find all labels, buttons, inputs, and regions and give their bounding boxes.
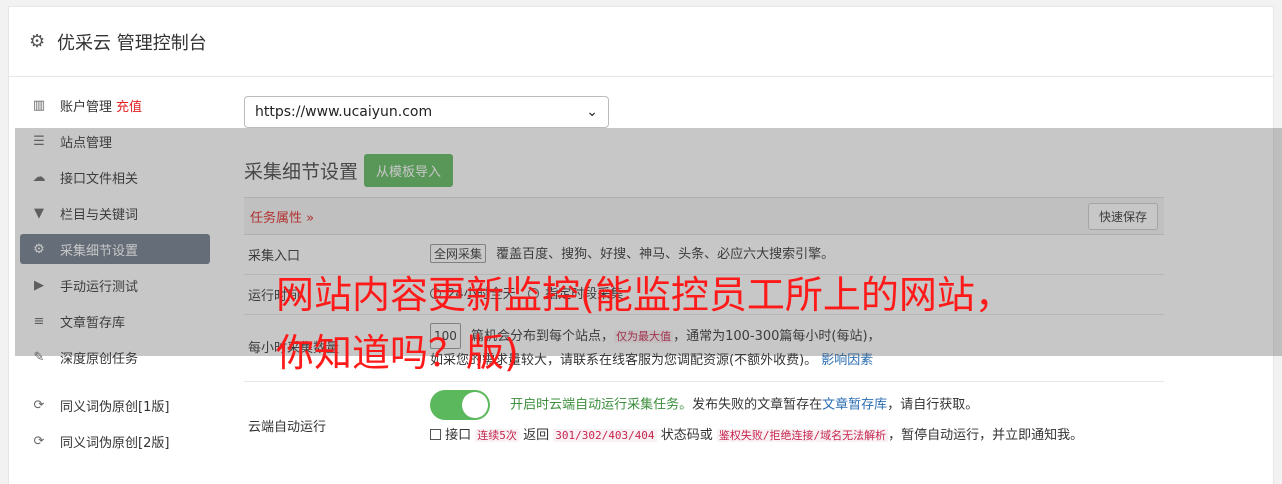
refresh-icon: ⟳ [33, 433, 45, 449]
gear-icon: ⚙ [29, 30, 46, 52]
overlay-title: 网站内容更新监控(能监控员工所上的网站，你知道吗？版) [276, 273, 1013, 375]
site-select-value: https://www.ucaiyun.com [255, 104, 433, 120]
api-pause-checkbox[interactable] [430, 428, 441, 440]
sidebar-item-synonym-v1[interactable]: ⟳ 同义词伪原创[1版] [20, 390, 210, 420]
api-code-status: 301/302/403/404 [553, 428, 657, 442]
sidebar-item-label: 同义词伪原创[2版] [60, 435, 170, 451]
toggle-knob [462, 392, 488, 418]
console-header: ⚙ 优采云 管理控制台 [9, 7, 1273, 77]
api-code-errors: 鉴权失败/拒绝连接/域名无法解析 [716, 428, 889, 442]
api-text-c: 状态码或 [660, 427, 713, 443]
api-text-d: ，暂停自动运行，并立即通知我。 [888, 427, 1084, 443]
api-text-b: 返回 [523, 427, 550, 443]
recharge-link[interactable]: 充值 [116, 96, 142, 115]
cloud-on-text: 开启时云端自动运行采集任务。 [510, 397, 693, 413]
site-select[interactable]: https://www.ucaiyun.com ⌄ [244, 96, 609, 128]
sidebar-item-label: 账户管理 [60, 99, 113, 115]
cloud-label: 云端自动运行 [248, 420, 327, 435]
chevron-down-icon: ⌄ [586, 104, 598, 120]
row-cloud-run: 云端自动运行 开启时云端自动运行采集任务。发布失败的文章暂存在文章暂存库，请自行… [244, 382, 1164, 459]
sidebar-divider [20, 378, 210, 390]
api-code-times: 连续5次 [475, 428, 519, 442]
cloud-run-toggle[interactable] [430, 390, 490, 420]
bar-chart-icon: ▥ [32, 97, 46, 113]
cloud-desc-a: 发布失败的文章暂存在 [692, 397, 823, 413]
api-text-a: 接口 [445, 427, 472, 443]
sidebar-item-account[interactable]: ▥ 账户管理 充值 [20, 90, 210, 120]
sidebar-item-synonym-v2[interactable]: ⟳ 同义词伪原创[2版] [20, 426, 210, 456]
refresh-icon: ⟳ [33, 397, 45, 413]
sidebar-item-label: 同义词伪原创[1版] [60, 399, 170, 415]
article-store-link[interactable]: 文章暂存库 [822, 398, 887, 413]
cloud-desc-b: ，请自行获取。 [887, 397, 979, 413]
console-title: 优采云 管理控制台 [57, 32, 207, 54]
